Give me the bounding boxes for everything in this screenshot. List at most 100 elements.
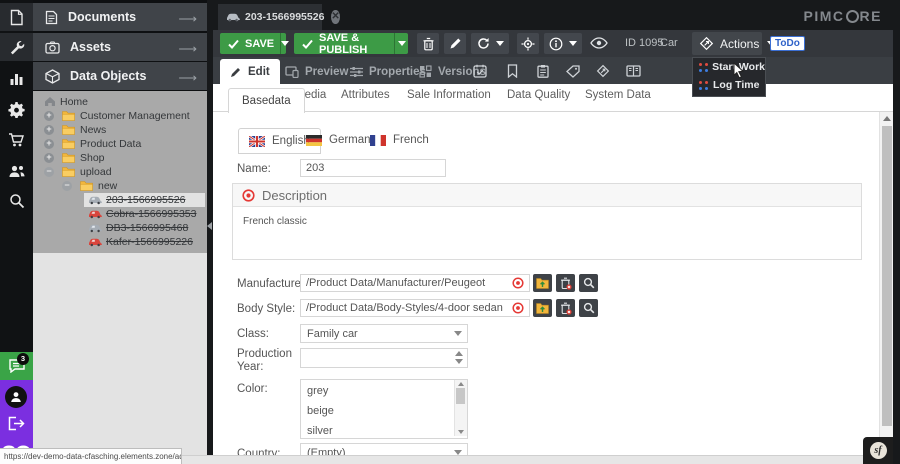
info-dropdown-caret[interactable] [569, 41, 577, 46]
language-tab-german[interactable]: German [306, 128, 371, 152]
rename-button[interactable] [444, 33, 466, 54]
expand-plus-icon[interactable]: + [44, 125, 54, 135]
logout-button[interactable] [8, 416, 25, 431]
manufacturer-open-folder-button[interactable] [533, 274, 552, 292]
wrench-icon [8, 39, 25, 56]
scroll-thumb[interactable] [882, 126, 892, 426]
folder-icon [62, 167, 75, 177]
color-multiselect[interactable]: grey beige silver [300, 379, 468, 439]
accordion-documents[interactable]: Documents ⟶ [33, 3, 207, 31]
tree-item-shop[interactable]: + Shop [33, 151, 207, 165]
menu-item-log-time[interactable]: Log Time [693, 76, 765, 94]
accordion-data-objects[interactable]: Data Objects ⟶ [33, 62, 207, 90]
tree-item-cobra[interactable]: Cobra-1566995353 [33, 207, 207, 221]
tab-attributes[interactable]: Attributes [341, 89, 390, 101]
drop-target-bullseye-icon [512, 302, 524, 314]
production-year-spinner[interactable] [300, 348, 468, 368]
cube-icon [45, 69, 60, 84]
actions-dropdown-menu: Start Work Log Time [692, 57, 766, 97]
close-tab-icon[interactable]: ✕ [331, 10, 339, 24]
app-logger-button[interactable] [621, 61, 645, 81]
body-style-clear-button[interactable] [556, 299, 575, 317]
collapse-left-arrow-icon[interactable] [207, 222, 212, 230]
body-style-search-button[interactable] [579, 299, 598, 317]
open-object-tab[interactable]: 203-1566995526 ✕ [218, 4, 322, 30]
scroll-up-icon[interactable] [883, 116, 891, 121]
language-tab-french[interactable]: French [370, 128, 429, 152]
description-editor[interactable]: French classic [243, 216, 307, 227]
tags-button[interactable] [561, 61, 585, 81]
settings-gear-icon[interactable] [0, 95, 33, 123]
body-style-open-folder-button[interactable] [533, 299, 552, 317]
save-dropdown-caret[interactable] [280, 33, 289, 54]
tree-item-203-selected[interactable]: 203-1566995526 [33, 193, 207, 207]
scroll-down-icon[interactable] [458, 430, 464, 434]
car-grey-icon [88, 195, 102, 205]
manufacturer-input[interactable] [300, 274, 530, 292]
expand-plus-icon[interactable]: + [44, 139, 54, 149]
reports-bar-chart-icon[interactable] [0, 64, 33, 92]
tree-item-customer-management[interactable]: + Customer Management [33, 109, 207, 123]
class-select[interactable]: Family car [300, 324, 468, 343]
collapse-minus-icon[interactable]: − [44, 167, 54, 177]
accordion-assets[interactable]: Assets ⟶ [33, 33, 207, 61]
color-list-scrollbar[interactable] [454, 380, 467, 436]
reports-button[interactable] [531, 61, 555, 81]
manufacturer-search-button[interactable] [579, 274, 598, 292]
debug-toolbar-toggle[interactable]: sf [863, 437, 893, 464]
color-option-beige[interactable]: beige [307, 405, 334, 417]
scroll-up-icon[interactable] [458, 382, 464, 386]
tab-data-quality[interactable]: Data Quality [507, 89, 570, 101]
tools-wrench-icon[interactable] [0, 33, 33, 61]
reload-dropdown-caret[interactable] [496, 41, 504, 46]
pimcore-logo: PIMCRE [804, 8, 882, 24]
tree-item-news[interactable]: + News [33, 123, 207, 137]
tree-item-product-data[interactable]: + Product Data [33, 137, 207, 151]
notes-button[interactable] [500, 61, 524, 81]
tab-basedata[interactable]: Basedata [228, 88, 305, 113]
collapse-minus-icon[interactable]: − [62, 181, 72, 191]
edit-panel: Basedata Media Attributes Sale Informati… [213, 84, 893, 455]
tab-edit[interactable]: Edit [220, 59, 280, 84]
search-icon-cell[interactable] [0, 187, 33, 215]
class-label: Class: [237, 328, 269, 340]
body-style-input[interactable] [300, 299, 530, 317]
customers-users-icon[interactable] [0, 157, 33, 185]
save-and-publish-button[interactable]: SAVE & PUBLISH [294, 33, 408, 54]
expand-plus-icon[interactable]: + [44, 153, 54, 163]
folder-icon [62, 111, 75, 121]
arrow-right-icon: ⟶ [178, 41, 197, 57]
user-avatar-button[interactable] [5, 386, 27, 408]
ecommerce-cart-icon[interactable] [0, 126, 33, 154]
tree-item-upload[interactable]: − upload [33, 165, 207, 179]
locate-in-tree-button[interactable] [517, 33, 539, 54]
tree-item-home[interactable]: Home [33, 95, 207, 109]
object-id-label: ID 1095 [625, 37, 664, 49]
reload-button[interactable] [471, 33, 509, 54]
publish-dropdown-caret[interactable] [394, 33, 408, 54]
color-option-silver[interactable]: silver [307, 425, 333, 437]
tree-item-db3[interactable]: DB3-1566995468 [33, 221, 207, 235]
tree-item-kafer[interactable]: Kafer-1566995226 [33, 235, 207, 249]
delete-button[interactable] [417, 33, 439, 54]
color-option-grey[interactable]: grey [307, 385, 328, 397]
scroll-thumb[interactable] [456, 388, 465, 404]
workflow-button[interactable] [591, 61, 615, 81]
tab-sale-information[interactable]: Sale Information [407, 89, 491, 101]
name-input[interactable] [300, 159, 446, 177]
open-preview-button[interactable] [590, 37, 608, 49]
folder-icon [62, 139, 75, 149]
spinner-arrows[interactable] [455, 351, 463, 364]
tab-system-data[interactable]: System Data [585, 89, 651, 101]
window-right-edge [893, 0, 900, 464]
expand-plus-icon[interactable]: + [44, 111, 54, 121]
info-button[interactable] [544, 33, 582, 54]
menu-item-start-work[interactable]: Start Work [693, 58, 765, 76]
manufacturer-clear-button[interactable] [556, 274, 575, 292]
workflow-actions-button[interactable]: Actions [692, 32, 762, 55]
save-button[interactable]: SAVE [220, 33, 286, 54]
documents-file-icon[interactable] [0, 3, 33, 31]
car-grey-icon [88, 223, 102, 233]
tree-item-new[interactable]: − new [33, 179, 207, 193]
schedule-button[interactable] [468, 61, 492, 81]
